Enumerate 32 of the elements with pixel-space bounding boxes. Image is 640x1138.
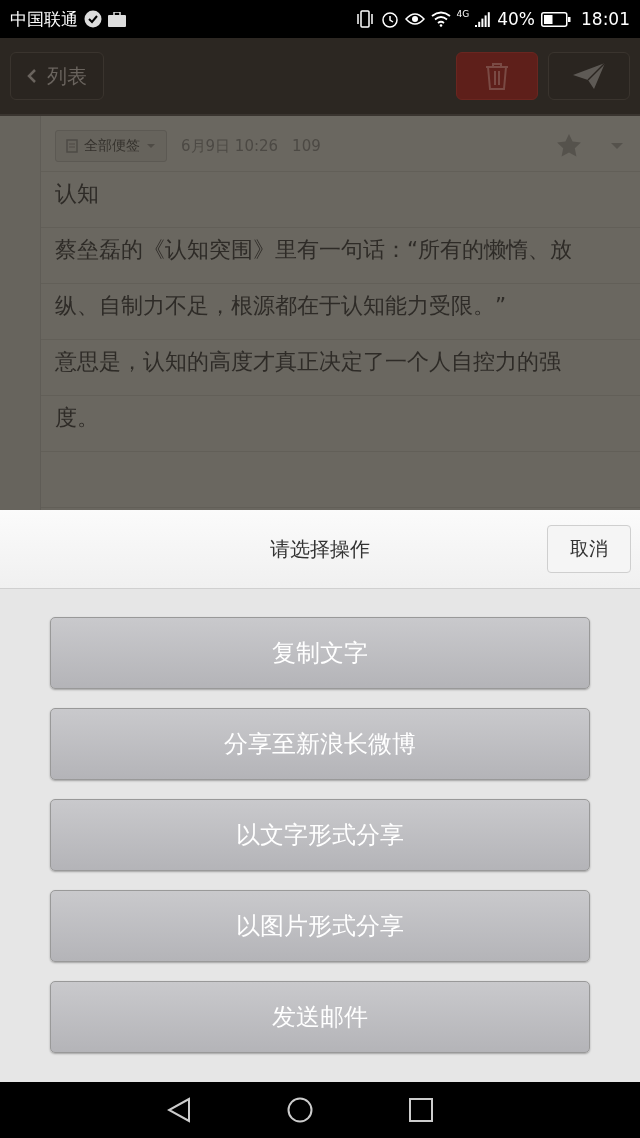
note-title: 认知 [55,180,100,208]
paper-plane-icon [572,62,606,90]
home-icon[interactable] [287,1097,313,1123]
battery-percent: 40% [497,9,535,29]
action-button[interactable]: 分享至新浪长微博 [50,708,590,780]
verified-icon [84,10,102,28]
eye-icon [404,12,425,26]
battery-icon [541,11,571,27]
action-button[interactable]: 以文字形式分享 [50,799,590,871]
action-button[interactable]: 以图片形式分享 [50,890,590,962]
cancel-button[interactable]: 取消 [547,525,631,573]
action-button[interactable]: 复制文字 [50,617,590,689]
recents-icon[interactable] [409,1098,433,1122]
sheet-title: 请选择操作 [270,535,370,563]
briefcase-icon [108,11,126,27]
trash-icon [485,62,509,90]
back-button[interactable]: 列表 [10,52,104,100]
wifi-icon [430,11,451,27]
caret-icon [146,143,156,149]
chevron-left-icon [27,68,37,84]
back-icon[interactable] [167,1097,191,1123]
note-paragraph: 蔡垒磊的《认知突围》里有一句话：“所有的懒惰、放纵、自制力不足，根源都在于认知能力受限。” [55,236,574,320]
action-button[interactable]: 发送邮件 [50,981,590,1053]
signal-icon [475,11,492,27]
network-type: 4G [456,9,470,19]
send-button[interactable] [548,52,630,100]
vibrate-icon [354,10,375,28]
note-paragraph: 意思是，认知的高度才真正决定了一个人自控力的强度。 [55,348,562,432]
alarm-icon [380,10,399,28]
clock-time: 18:01 [581,9,630,29]
delete-button[interactable] [456,52,538,100]
carrier-name: 中国联通 [10,7,78,31]
